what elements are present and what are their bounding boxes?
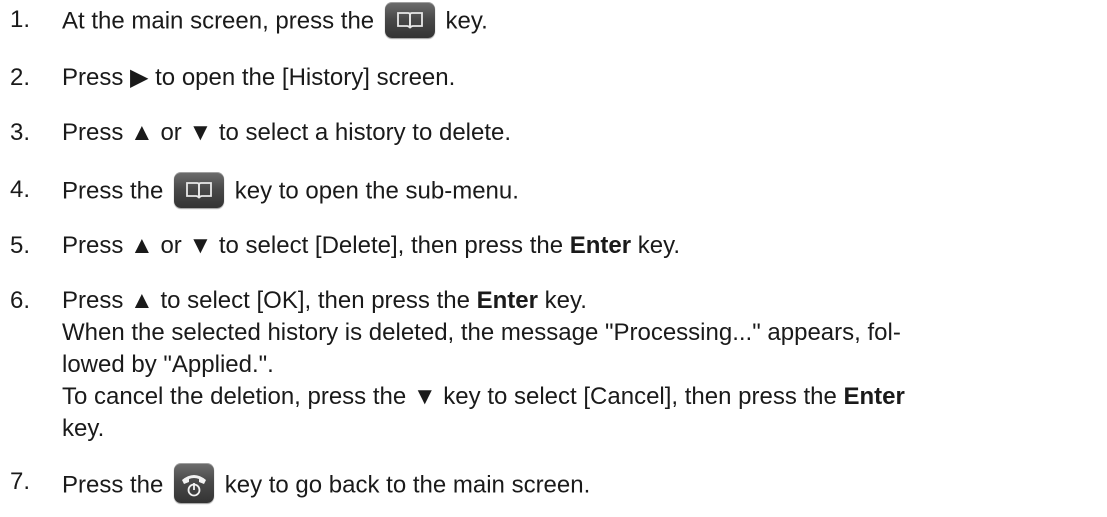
step-number: 7. — [10, 468, 31, 495]
enter-key-label: Enter — [476, 287, 538, 314]
step-text: Press ▲ to select [OK], then press the — [62, 287, 470, 314]
step-text-end: key. — [445, 7, 488, 35]
step-note-line-2: lowed by "Applied.". — [62, 351, 274, 378]
enter-key-label: Enter — [843, 383, 905, 410]
step-note-line-1: When the selected history is deleted, th… — [62, 319, 901, 346]
on-hook-key-icon — [174, 463, 215, 503]
step-text: At the main screen, press the — [62, 7, 375, 35]
step-note-cancel-end: key. — [62, 415, 105, 442]
step-number: 3. — [10, 119, 31, 146]
enter-key-label: Enter — [569, 232, 632, 259]
step-text-end: key. — [637, 232, 680, 259]
step-number: 6. — [10, 287, 31, 314]
step-text: Press ▲ or ▼ to select a history to dele… — [62, 119, 512, 146]
step-number: 5. — [10, 232, 31, 259]
step-text-end: key to open the sub-menu. — [234, 177, 519, 205]
phonebook-key-icon — [384, 2, 435, 38]
step-number: 2. — [10, 64, 31, 91]
step-text: Press the — [62, 177, 164, 205]
step-number: 1. — [10, 6, 31, 33]
step-text: Press the — [62, 471, 164, 499]
step-number: 4. — [10, 176, 31, 203]
phonebook-key-icon — [174, 172, 225, 208]
step-text-end: key. — [544, 287, 587, 314]
step-text: Press ▶ to open the [History] screen. — [62, 64, 456, 91]
step-note-cancel: To cancel the deletion, press the ▼ key … — [62, 383, 837, 410]
step-text-end: key to go back to the main screen. — [224, 471, 591, 499]
step-text: Press ▲ or ▼ to select [Delete], then pr… — [62, 232, 564, 259]
